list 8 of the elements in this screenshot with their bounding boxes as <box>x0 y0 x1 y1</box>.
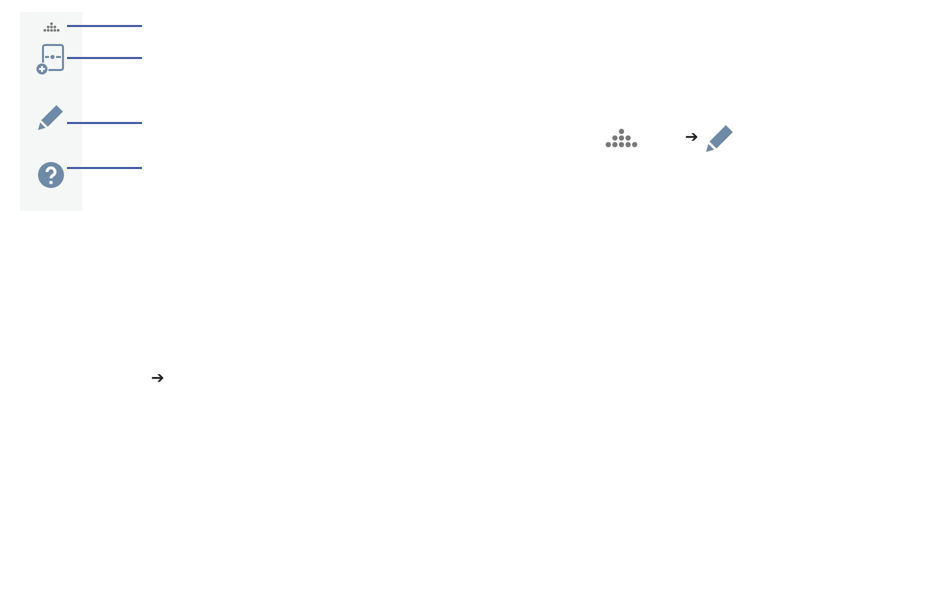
arrow-symbol: ➔ <box>151 369 164 389</box>
pencil-icon <box>38 104 64 130</box>
layout-add-icon <box>36 44 66 76</box>
pencil-icon <box>706 124 734 152</box>
dots-icon <box>42 22 60 32</box>
help-icon <box>38 162 64 188</box>
dots-icon <box>605 128 638 148</box>
arrow-symbol: ➔ <box>685 128 698 148</box>
